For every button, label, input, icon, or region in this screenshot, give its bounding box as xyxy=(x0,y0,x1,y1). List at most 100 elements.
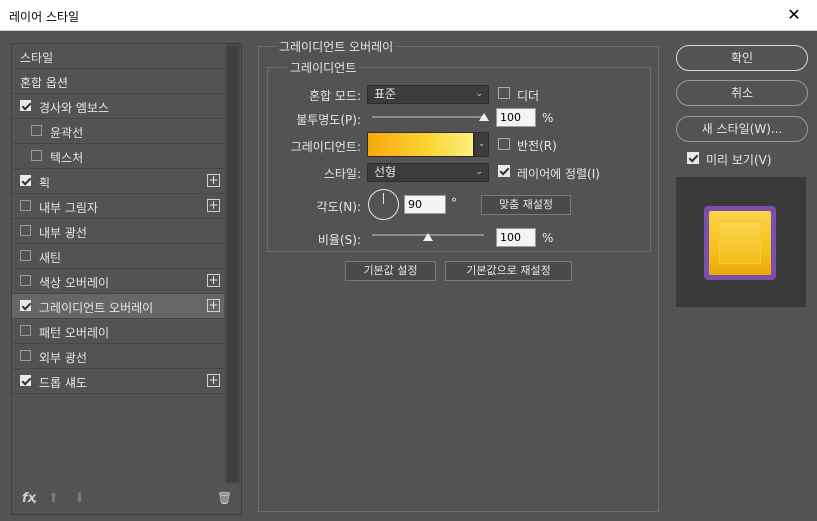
gradient-label: 그레이디언트: xyxy=(290,140,361,154)
angle-input[interactable]: 90 xyxy=(404,195,446,214)
sidebar-item[interactable]: 윤곽선 xyxy=(12,119,224,144)
scale-input[interactable]: 100 xyxy=(496,228,536,247)
effect-checkbox[interactable] xyxy=(20,250,31,261)
delete-effect-icon[interactable]: 🗑 xyxy=(217,491,232,505)
opacity-input[interactable]: 100 xyxy=(496,108,536,127)
move-down-icon[interactable]: ⬇ xyxy=(74,491,85,506)
reverse-checkbox[interactable] xyxy=(498,138,510,150)
add-effect-icon[interactable]: + xyxy=(207,374,220,387)
reset-alignment-button[interactable]: 맞춤 재설정 xyxy=(481,195,571,215)
effect-checkbox[interactable] xyxy=(20,275,31,286)
sidebar-item-label: 획 xyxy=(39,176,51,190)
section-title: 그레이디언트 오버레이 xyxy=(276,38,397,55)
sidebar-item[interactable]: 색상 오버레이 + xyxy=(12,269,224,294)
sidebar-item-label: 드롭 섀도 xyxy=(39,376,87,390)
blend-mode-select[interactable]: 표준 ⌄ xyxy=(367,85,489,104)
sidebar-item[interactable]: 드롭 섀도 + xyxy=(12,369,224,394)
align-with-layer-checkbox[interactable] xyxy=(498,165,510,177)
sidebar-item[interactable]: 획 + xyxy=(12,169,224,194)
sidebar-item-label: 그레이디언트 오버레이 xyxy=(39,301,154,315)
reset-to-default-button[interactable]: 기본값으로 재설정 xyxy=(445,261,572,281)
sidebar-item[interactable]: 외부 광선 xyxy=(12,344,224,369)
effect-checkbox[interactable] xyxy=(31,125,42,136)
angle-unit: ° xyxy=(451,196,457,210)
sidebar-item-label: 패턴 오버레이 xyxy=(39,326,110,340)
sidebar-item-label: 윤곽선 xyxy=(50,126,84,140)
styles-list-panel: 스타일 혼합 옵션 경사와 엠보스 윤곽선 텍스처 획 + 내부 그림자 + 내부 광선 새틴 색상 … xyxy=(11,43,242,515)
list-bottom-toolbar: fx ▾ ⬆ ⬇ 🗑 xyxy=(12,484,241,514)
new-style-button[interactable]: 새 스타일(W)... xyxy=(676,116,808,142)
group-title: 그레이디언트 xyxy=(287,59,360,76)
preview-thumbnail xyxy=(704,206,776,280)
align-with-layer-label: 레이어에 정렬(I) xyxy=(517,167,600,181)
preview-bevel xyxy=(719,222,761,264)
scale-label: 비율(S): xyxy=(317,233,361,247)
move-up-icon[interactable]: ⬆ xyxy=(48,491,59,506)
cancel-button[interactable]: 취소 xyxy=(676,80,808,106)
effect-checkbox[interactable] xyxy=(20,225,31,236)
scale-unit: % xyxy=(542,231,554,245)
dither-label: 디더 xyxy=(517,89,540,103)
angle-label: 각도(N): xyxy=(316,200,361,214)
effect-checkbox[interactable] xyxy=(31,150,42,161)
opacity-label: 불투명도(P): xyxy=(296,113,361,127)
make-default-button[interactable]: 기본값 설정 xyxy=(345,261,436,281)
sidebar-item[interactable]: 내부 광선 xyxy=(12,219,224,244)
style-select[interactable]: 선형 ⌄ xyxy=(367,163,489,182)
chevron-down-icon: ⌄ xyxy=(475,167,483,177)
sidebar-item[interactable]: 경사와 엠보스 xyxy=(12,94,224,119)
preview-face xyxy=(709,211,771,275)
sidebar-item[interactable]: 혼합 옵션 xyxy=(12,69,224,94)
add-effect-icon[interactable]: + xyxy=(207,199,220,212)
opacity-unit: % xyxy=(542,111,554,125)
reverse-label: 반전(R) xyxy=(517,139,557,153)
window-title: 레이어 스타일 xyxy=(9,10,80,24)
sidebar-item-label: 새틴 xyxy=(39,251,62,265)
sidebar-item-label: 내부 그림자 xyxy=(39,201,99,215)
blend-mode-label: 혼합 모드: xyxy=(308,89,361,103)
ok-button[interactable]: 확인 xyxy=(676,45,808,71)
chevron-down-icon: ⌄ xyxy=(475,89,483,99)
sidebar-item-label: 색상 오버레이 xyxy=(39,276,110,290)
styles-list: 스타일 혼합 옵션 경사와 엠보스 윤곽선 텍스처 획 + 내부 그림자 + 내부 광선 새틴 색상 … xyxy=(12,44,224,394)
angle-dial[interactable] xyxy=(368,189,399,220)
sidebar-item-label: 스타일 xyxy=(20,51,54,65)
sidebar-item-label: 외부 광선 xyxy=(39,351,87,365)
add-effect-icon[interactable]: + xyxy=(207,299,220,312)
sidebar-item[interactable]: 그레이디언트 오버레이 + xyxy=(12,294,224,319)
gradient-picker-dropdown[interactable]: ⌄ xyxy=(474,132,489,157)
title-bar: 레이어 스타일 ✕ xyxy=(0,0,817,31)
sidebar-item-label: 경사와 엠보스 xyxy=(39,101,110,115)
dither-checkbox[interactable] xyxy=(498,87,510,99)
preview-checkbox[interactable] xyxy=(687,152,699,164)
opacity-slider-thumb[interactable] xyxy=(479,113,489,121)
add-effect-icon[interactable]: + xyxy=(207,274,220,287)
list-scrollbar[interactable] xyxy=(225,44,240,484)
effect-checkbox[interactable] xyxy=(20,175,31,186)
style-label: 스타일: xyxy=(323,167,361,181)
sidebar-item[interactable]: 내부 그림자 + xyxy=(12,194,224,219)
gradient-swatch[interactable] xyxy=(367,132,474,157)
list-scrollbar-thumb[interactable] xyxy=(227,46,238,482)
sidebar-item[interactable]: 새틴 xyxy=(12,244,224,269)
opacity-slider-track[interactable] xyxy=(372,116,484,118)
add-effect-icon[interactable]: + xyxy=(207,174,220,187)
sidebar-item-label: 내부 광선 xyxy=(39,226,87,240)
effect-checkbox[interactable] xyxy=(20,100,31,111)
sidebar-item-label: 혼합 옵션 xyxy=(20,76,68,90)
chevron-down-icon: ⌄ xyxy=(477,139,486,149)
scale-slider-thumb[interactable] xyxy=(423,233,433,241)
sidebar-item[interactable]: 스타일 xyxy=(12,44,224,69)
sidebar-item[interactable]: 패턴 오버레이 xyxy=(12,319,224,344)
blend-mode-value: 표준 xyxy=(374,87,397,101)
effect-checkbox[interactable] xyxy=(20,300,31,311)
effect-checkbox[interactable] xyxy=(20,350,31,361)
close-icon[interactable]: ✕ xyxy=(771,0,817,30)
style-preview xyxy=(676,177,806,307)
style-value: 선형 xyxy=(374,165,397,179)
effect-checkbox[interactable] xyxy=(20,325,31,336)
effect-checkbox[interactable] xyxy=(20,375,31,386)
sidebar-item[interactable]: 텍스처 xyxy=(12,144,224,169)
effect-checkbox[interactable] xyxy=(20,200,31,211)
sidebar-item-label: 텍스처 xyxy=(50,151,84,165)
